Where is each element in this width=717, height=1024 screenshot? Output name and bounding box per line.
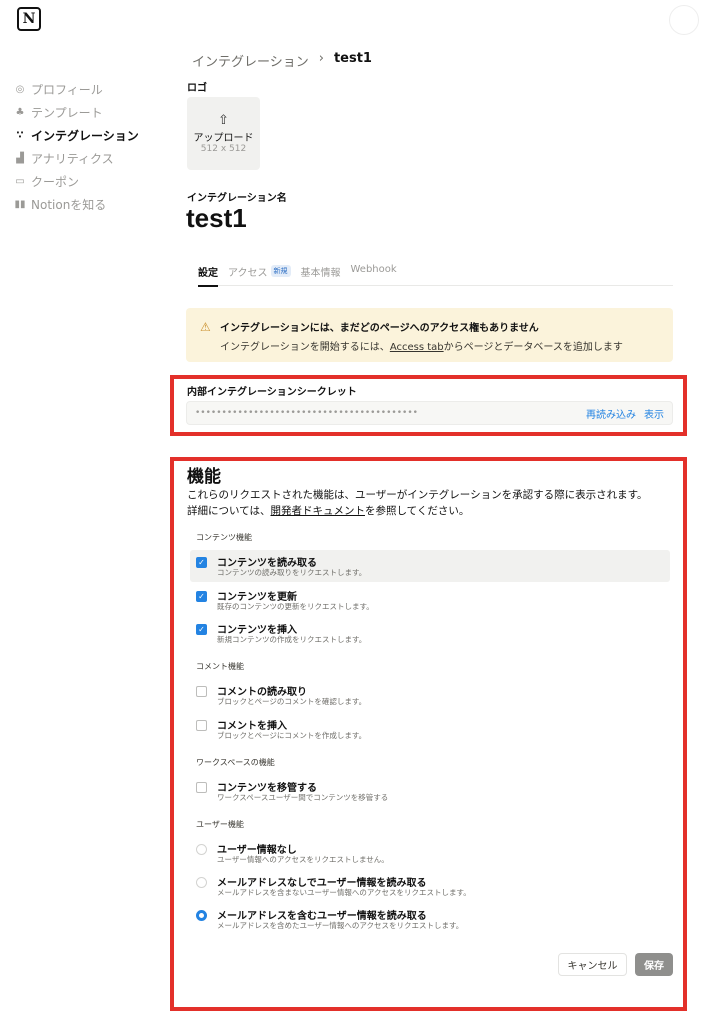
tab-webhook[interactable]: Webhook bbox=[351, 264, 397, 286]
radio-unselected-icon[interactable] bbox=[196, 844, 207, 855]
option-transfer-content[interactable]: コンテンツを移管する ワークスペースユーザー間でコンテンツを移管する bbox=[196, 775, 670, 807]
upload-size-hint: 512 x 512 bbox=[200, 143, 247, 154]
integration-name-label: インテグレーション名 bbox=[187, 193, 287, 204]
tab-label: アクセス bbox=[228, 268, 268, 279]
option-subtitle: メールアドレスを含まないユーザー情報へのアクセスをリクエストします。 bbox=[217, 888, 471, 897]
chart-icon: ▟ bbox=[16, 153, 24, 164]
option-user-info-without-email[interactable]: メールアドレスなしでユーザー情報を読み取る メールアドレスを含まないユーザー情報… bbox=[196, 870, 670, 902]
tab-label: 設定 bbox=[198, 268, 218, 279]
upload-label: アップロード bbox=[193, 132, 254, 144]
avatar[interactable] bbox=[669, 5, 699, 35]
option-subtitle: ブロックとページにコメントを作成します。 bbox=[217, 731, 367, 740]
user-circle-icon: ◎ bbox=[15, 84, 25, 95]
sidebar-item-analytics[interactable]: ▟ アナリティクス bbox=[12, 147, 162, 170]
sidebar-item-templates[interactable]: ♣ テンプレート bbox=[12, 101, 162, 124]
checkbox-checked-icon[interactable]: ✓ bbox=[196, 591, 207, 602]
tab-basic-info[interactable]: 基本情報 bbox=[301, 264, 341, 286]
option-insert-comments[interactable]: コメントを挿入 ブロックとページにコメントを作成します。 bbox=[196, 713, 670, 745]
reload-secret-button[interactable]: 再読み込み bbox=[586, 406, 636, 421]
option-read-content[interactable]: ✓ コンテンツを読み取る コンテンツの読み取りをリクエストします。 bbox=[190, 550, 670, 582]
capabilities-title: 機能 bbox=[187, 467, 221, 487]
capabilities-description: これらのリクエストされた機能は、ユーザーがインテグレーションを承認する際に表示さ… bbox=[187, 487, 677, 519]
capabilities-desc-line2: 詳細については、開発者ドキュメントを参照してください。 bbox=[187, 503, 677, 519]
notion-logo[interactable]: N bbox=[17, 7, 41, 31]
checkbox-unchecked-icon[interactable] bbox=[196, 782, 207, 793]
sidebar-item-profile[interactable]: ◎ プロフィール bbox=[12, 78, 162, 101]
desc-prefix: 詳細については、 bbox=[187, 505, 271, 517]
sidebar-item-label: インテグレーション bbox=[31, 129, 139, 143]
option-no-user-info[interactable]: ユーザー情報なし ユーザー情報へのアクセスをリクエストしません。 bbox=[196, 837, 670, 869]
workspace-capabilities-label: ワークスペースの機能 bbox=[196, 758, 275, 767]
sidebar-item-learn[interactable]: ▮▮ Notionを知る bbox=[12, 193, 162, 216]
checkbox-checked-icon[interactable]: ✓ bbox=[196, 557, 207, 568]
breadcrumb-current: test1 bbox=[333, 51, 372, 66]
warning-icon: ⚠ bbox=[200, 320, 211, 334]
option-insert-content[interactable]: ✓ コンテンツを挿入 新規コンテンツの作成をリクエストします。 bbox=[196, 617, 670, 649]
secret-label: 内部インテグレーションシークレット bbox=[187, 387, 357, 398]
warning-body-prefix: インテグレーションを開始するには、 bbox=[220, 342, 390, 353]
sidebar-item-integrations[interactable]: ∵ インテグレーション bbox=[12, 124, 162, 147]
secret-field: ••••••••••••••••••••••••••••••••••••••••… bbox=[186, 401, 673, 425]
radio-unselected-icon[interactable] bbox=[196, 877, 207, 888]
tab-bar: 設定 アクセス 新規 基本情報 Webhook bbox=[198, 264, 673, 287]
desc-suffix: を参照してください。 bbox=[364, 505, 470, 517]
option-user-info-with-email[interactable]: メールアドレスを含むユーザー情報を読み取る メールアドレスを含めたユーザー情報へ… bbox=[196, 903, 670, 935]
sidebar-item-label: プロフィール bbox=[31, 83, 103, 97]
option-subtitle: メールアドレスを含めたユーザー情報へのアクセスをリクエストします。 bbox=[217, 921, 464, 930]
integration-icon: ∵ bbox=[16, 130, 24, 141]
logo-label: ロゴ bbox=[187, 83, 207, 94]
comment-capabilities-label: コメント機能 bbox=[196, 662, 244, 671]
sidebar-item-label: クーポン bbox=[31, 175, 80, 189]
sidebar-item-coupons[interactable]: ▭ クーポン bbox=[12, 170, 162, 193]
checkbox-checked-icon[interactable]: ✓ bbox=[196, 624, 207, 635]
warning-body-suffix: からページとデータベースを追加します bbox=[443, 342, 623, 353]
breadcrumb-parent[interactable]: インテグレーション bbox=[192, 51, 309, 70]
warning-title: インテグレーションには、まだどのページへのアクセス権もありません bbox=[220, 323, 539, 334]
save-button[interactable]: 保存 bbox=[635, 953, 673, 976]
breadcrumb-separator: › bbox=[318, 51, 324, 66]
cancel-button[interactable]: キャンセル bbox=[558, 953, 627, 976]
option-read-comments[interactable]: コメントの読み取り ブロックとページのコメントを確認します。 bbox=[196, 679, 670, 711]
breadcrumb: インテグレーション › test1 bbox=[192, 51, 372, 70]
ticket-icon: ▭ bbox=[15, 176, 25, 187]
option-subtitle: コンテンツの読み取りをリクエストします。 bbox=[217, 568, 367, 577]
secret-masked-value: ••••••••••••••••••••••••••••••••••••••••… bbox=[195, 408, 418, 418]
option-subtitle: ユーザー情報へのアクセスをリクエストしません。 bbox=[217, 855, 389, 864]
access-warning-banner: ⚠ インテグレーションには、まだどのページへのアクセス権もありません インテグレ… bbox=[186, 308, 673, 362]
access-tab-link[interactable]: Access tab bbox=[390, 342, 444, 353]
sidebar-item-label: Notionを知る bbox=[31, 198, 107, 212]
shapes-icon: ♣ bbox=[15, 107, 25, 118]
sidebar: ◎ プロフィール ♣ テンプレート ∵ インテグレーション ▟ アナリティクス … bbox=[12, 78, 162, 216]
tab-label: Webhook bbox=[350, 264, 397, 275]
option-subtitle: 新規コンテンツの作成をリクエストします。 bbox=[217, 635, 367, 644]
radio-selected-icon[interactable] bbox=[196, 910, 207, 921]
tab-label: 基本情報 bbox=[300, 268, 341, 279]
capabilities-desc-line1: これらのリクエストされた機能は、ユーザーがインテグレーションを承認する際に表示さ… bbox=[187, 489, 648, 501]
option-update-content[interactable]: ✓ コンテンツを更新 既存のコンテンツの更新をリクエストします。 bbox=[196, 584, 670, 616]
option-subtitle: 既存のコンテンツの更新をリクエストします。 bbox=[217, 602, 374, 611]
developer-docs-link[interactable]: 開発者ドキュメント bbox=[270, 505, 365, 517]
sidebar-item-label: アナリティクス bbox=[31, 152, 114, 166]
tab-access[interactable]: アクセス 新規 bbox=[228, 264, 291, 286]
new-badge: 新規 bbox=[270, 265, 291, 277]
option-subtitle: ブロックとページのコメントを確認します。 bbox=[217, 697, 367, 706]
content-capabilities-label: コンテンツ機能 bbox=[196, 533, 252, 542]
option-subtitle: ワークスペースユーザー間でコンテンツを移管する bbox=[217, 793, 389, 802]
tab-settings[interactable]: 設定 bbox=[198, 264, 218, 287]
checkbox-unchecked-icon[interactable] bbox=[196, 686, 207, 697]
integration-name[interactable]: test1 bbox=[186, 203, 247, 234]
book-icon: ▮▮ bbox=[14, 199, 26, 210]
cloud-upload-icon: ⇧ bbox=[218, 112, 229, 128]
user-capabilities-label: ユーザー機能 bbox=[196, 820, 244, 829]
checkbox-unchecked-icon[interactable] bbox=[196, 720, 207, 731]
warning-body: インテグレーションを開始するには、Access tabからページとデータベースを… bbox=[220, 338, 673, 353]
show-secret-button[interactable]: 表示 bbox=[644, 406, 664, 421]
sidebar-item-label: テンプレート bbox=[31, 106, 103, 120]
logo-upload-button[interactable]: ⇧ アップロード 512 x 512 bbox=[187, 97, 260, 170]
